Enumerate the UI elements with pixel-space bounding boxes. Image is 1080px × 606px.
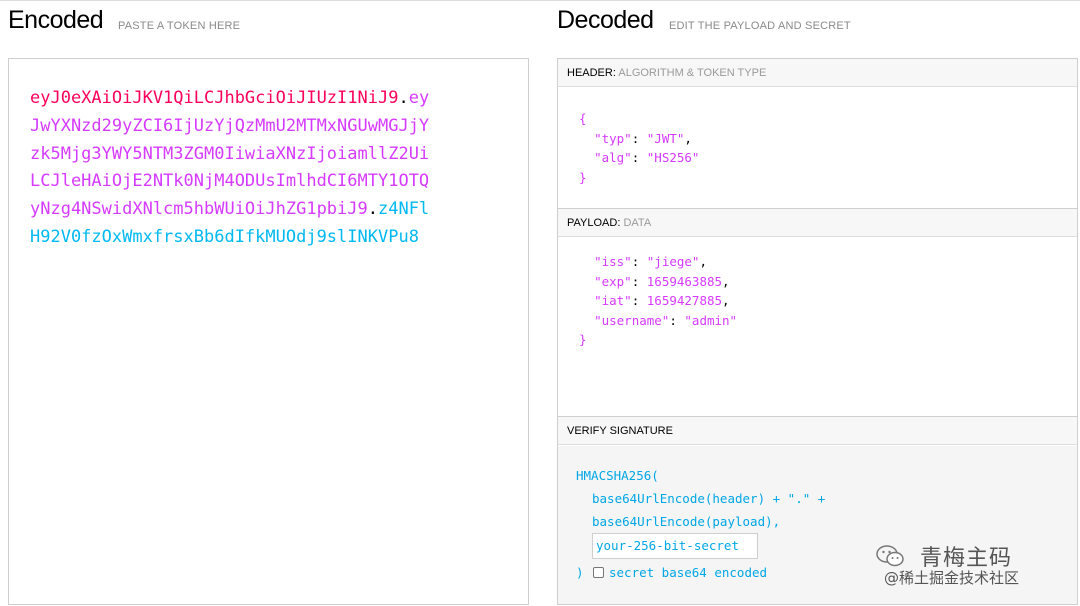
payload-iat-key: "iat" xyxy=(594,293,632,308)
top-border xyxy=(0,0,1080,1)
payload-iss-key: "iss" xyxy=(594,254,632,269)
signature-payload-line: base64UrlEncode(payload), xyxy=(592,514,781,529)
wechat-icon xyxy=(876,545,904,567)
token-payload-part: zk5Mjg3YWY5NTM3ZGM0IiwiaXNzIjoiamllZ2Ui xyxy=(30,143,430,164)
decoded-panel: HEADER: ALGORITHM & TOKEN TYPE { "typ": … xyxy=(557,58,1078,605)
token-signature-part: H92V0fzOxWmxfrsxBb6dIfkMUOdj9slINKVPu8 xyxy=(30,226,419,247)
token-payload-part: ey xyxy=(408,88,430,108)
token-payload-part: JwYXNzd29yZCI6IjUzYjQzMmU2MTMxNGUwMGJjY xyxy=(30,115,430,136)
encoded-token[interactable]: eyJ0eXAiOiJKV1QiLCJhbGciOiJIUzI1NiJ9.ey J… xyxy=(30,85,490,252)
header-open-brace: { xyxy=(579,111,587,126)
payload-exp-value: 1659463885 xyxy=(646,273,723,289)
token-line: JwYXNzd29yZCI6IjUzYjQzMmU2MTMxNGUwMGJjY xyxy=(30,113,490,141)
encoded-token-textarea[interactable]: eyJ0eXAiOiJKV1QiLCJhbGciOiJIUzI1NiJ9.ey J… xyxy=(8,58,529,605)
secret-base64-checkbox[interactable] xyxy=(593,567,604,578)
payload-close-brace: } xyxy=(579,332,587,347)
header-json[interactable]: { "typ": "JWT", "alg": "HS256" } xyxy=(579,109,699,187)
secret-input[interactable]: your-256-bit-secret xyxy=(592,533,758,559)
header-json-editor[interactable]: { "typ": "JWT", "alg": "HS256" } xyxy=(558,88,1077,208)
header-typ-value: "JWT" xyxy=(646,130,685,146)
signature-fn-close: ) xyxy=(576,565,584,580)
header-typ-key: "typ" xyxy=(594,130,632,146)
payload-exp-key: "exp" xyxy=(594,273,632,289)
signature-label: VERIFY SIGNATURE xyxy=(567,425,673,437)
watermark: 青梅主码 @稀土掘金技术社区 xyxy=(876,540,1066,592)
token-line: LCJleHAiOjE2NTk0NjM4ODUsImlhdCI6MTY1OTQ xyxy=(30,168,490,196)
token-payload-part: LCJleHAiOjE2NTk0NjM4ODUsImlhdCI6MTY1OTQ xyxy=(30,171,430,192)
payload-sublabel: DATA xyxy=(623,217,652,229)
token-line: yNzg4NSwidXNlcm5hbWUiOiJhZG1pbiJ9.z4NFl xyxy=(30,196,490,224)
header-section-title: HEADER: ALGORITHM & TOKEN TYPE xyxy=(558,59,1077,87)
decoded-title: Decoded xyxy=(557,6,654,34)
payload-iss-value: "jiege" xyxy=(646,254,700,269)
token-separator-dot: . xyxy=(367,199,379,220)
payload-json-editor[interactable]: "iss": "jiege", "exp": 1659463885, "iat"… xyxy=(558,238,1077,416)
payload-username-value: "admin" xyxy=(684,312,738,328)
header-label: HEADER: xyxy=(567,67,616,79)
token-separator-dot: . xyxy=(398,88,409,108)
watermark-subtitle: @稀土掘金技术社区 xyxy=(884,569,1020,587)
payload-iat-value: 1659427885 xyxy=(646,293,723,308)
header-alg-value: "HS256" xyxy=(646,150,700,165)
signature-header-line: base64UrlEncode(header) + "." + xyxy=(592,491,826,506)
signature-section-title: VERIFY SIGNATURE xyxy=(558,417,1077,445)
token-line: H92V0fzOxWmxfrsxBb6dIfkMUOdj9slINKVPu8 xyxy=(30,224,490,252)
payload-section-title: PAYLOAD: DATA xyxy=(558,209,1077,237)
token-line: eyJ0eXAiOiJKV1QiLCJhbGciOiJIUzI1NiJ9.ey xyxy=(30,85,490,113)
token-line: zk5Mjg3YWY5NTM3ZGM0IiwiaXNzIjoiamllZ2Ui xyxy=(30,141,490,169)
payload-label: PAYLOAD: xyxy=(567,217,621,229)
decoded-subtitle: EDIT THE PAYLOAD AND SECRET xyxy=(669,20,851,32)
token-payload-part: yNzg4NSwidXNlcm5hbWUiOiJhZG1pbiJ9 xyxy=(30,199,368,220)
header-close-brace: } xyxy=(579,169,587,185)
header-sublabel: ALGORITHM & TOKEN TYPE xyxy=(618,67,767,79)
token-signature-part: z4NFl xyxy=(378,199,430,220)
secret-base64-label[interactable]: secret base64 encoded xyxy=(609,565,767,580)
payload-username-key: "username" xyxy=(594,312,670,328)
encoded-title: Encoded xyxy=(8,6,104,34)
token-header-part: eyJ0eXAiOiJKV1QiLCJhbGciOiJIUzI1NiJ9 xyxy=(30,88,399,108)
signature-fn-open: HMACSHA256( xyxy=(576,468,659,483)
payload-json[interactable]: "iss": "jiege", "exp": 1659463885, "iat"… xyxy=(579,252,737,350)
encoded-subtitle: PASTE A TOKEN HERE xyxy=(118,20,241,32)
header-alg-key: "alg" xyxy=(594,150,632,165)
